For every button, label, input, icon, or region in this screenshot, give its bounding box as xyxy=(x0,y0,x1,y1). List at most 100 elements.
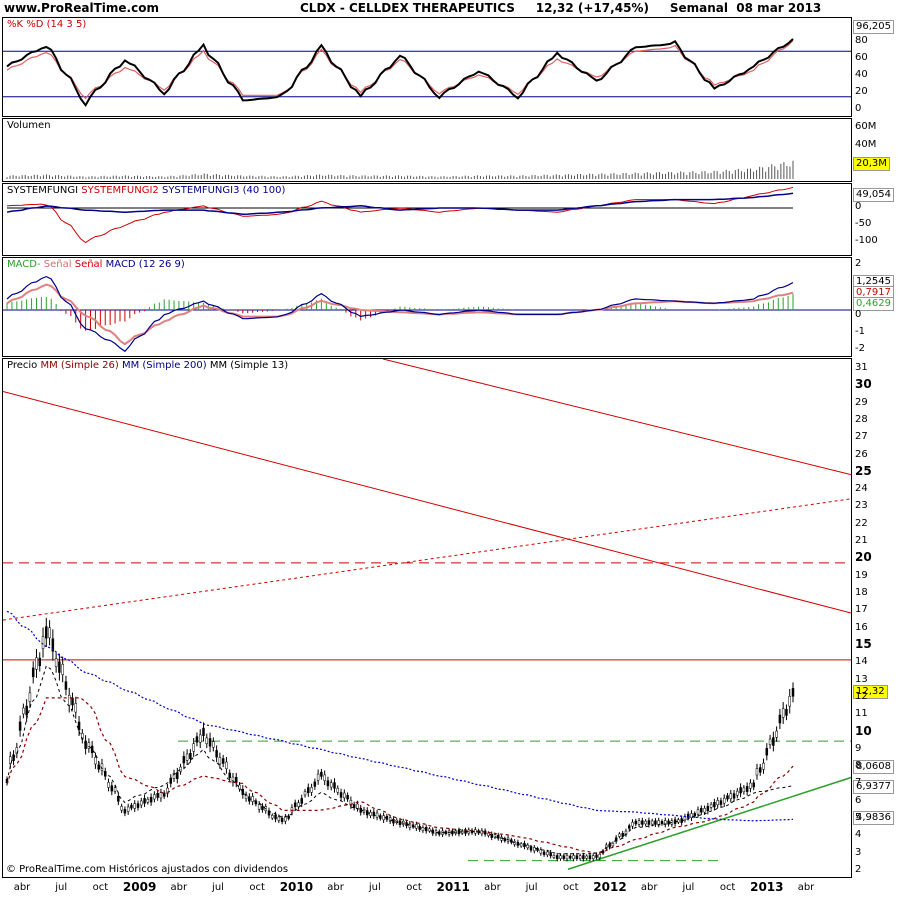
price-candle-body xyxy=(74,703,78,713)
price-candle-body xyxy=(716,800,719,806)
price-label-3: MM (Simple 200) xyxy=(121,360,207,371)
price-candle-body xyxy=(392,818,395,824)
stochastic-plot xyxy=(3,38,851,108)
price-candle-body xyxy=(778,714,782,724)
price-candle-body xyxy=(775,730,778,738)
chart-title: CLDX - CELLDEX THERAPEUTICS 12,32 (+17,4… xyxy=(300,1,822,15)
price-candle-body xyxy=(290,807,294,813)
price-candle-body xyxy=(569,855,572,859)
price-candle-body xyxy=(293,802,297,808)
ma200-line xyxy=(6,610,794,822)
price-candle-body xyxy=(539,849,543,854)
price-candle-body xyxy=(369,812,372,816)
price-candle-body xyxy=(35,657,38,670)
price-candle-body xyxy=(555,855,559,860)
macd-label-4: MACD (12 26 9) xyxy=(105,259,185,270)
price-tick: 3 xyxy=(855,846,862,858)
price-candle-body xyxy=(709,804,713,808)
price-tick: 19 xyxy=(855,569,868,581)
price-candle-body xyxy=(781,708,785,718)
price-candle-body xyxy=(48,627,51,639)
macd-tick: -1 xyxy=(855,326,865,337)
price-candle-body xyxy=(136,803,140,808)
time-axis-label: jul xyxy=(682,882,695,893)
footer-note: © ProRealTime.com Históricos ajustados c… xyxy=(6,864,289,875)
stochastic-panel: %K %D (14 3 5) xyxy=(2,17,852,117)
price-candle-body xyxy=(343,792,346,799)
price-tick: 11 xyxy=(855,708,868,720)
price-candle-body xyxy=(107,782,110,788)
price-tick: 5 xyxy=(855,812,862,824)
price-candle-body xyxy=(58,661,61,673)
price-candle-body xyxy=(398,820,402,825)
time-axis-label: abr xyxy=(640,882,658,893)
price-candle-body xyxy=(667,820,670,825)
price-candle-body xyxy=(637,820,641,825)
price-candle-body xyxy=(654,820,657,825)
price-candle-body xyxy=(257,804,261,810)
price-candle-body xyxy=(251,796,254,802)
price-candle-body xyxy=(159,792,163,799)
price-candle-body xyxy=(71,697,74,706)
time-axis-label: 2011 xyxy=(436,880,470,894)
volume-current: 20,3M xyxy=(853,157,890,171)
time-axis-label: abr xyxy=(13,882,31,893)
price-tick: 26 xyxy=(855,448,868,460)
price-candle-body xyxy=(54,658,58,667)
time-axis-label: abr xyxy=(327,882,344,893)
macd-label: MACD- Señal Señal MACD (12 26 9) xyxy=(7,259,185,270)
price-candle-body xyxy=(339,792,343,798)
price-tick: 20 xyxy=(855,550,872,565)
price-candle-body xyxy=(503,838,507,842)
fungi-panel: SYSTEMFUNGI SYSTEMFUNGI2 SYSTEMFUNGI3 (4… xyxy=(2,183,852,256)
price-candle-body xyxy=(195,736,199,743)
price-candle-body xyxy=(726,795,729,800)
price-tick: 23 xyxy=(855,500,868,512)
macd-label-3: Señal xyxy=(74,259,103,270)
price-candle-body xyxy=(660,820,664,825)
price-tick: 16 xyxy=(855,621,868,633)
time-axis-label: oct xyxy=(249,882,265,893)
price-candle-body xyxy=(641,820,644,825)
site-link[interactable]: www.ProRealTime.com xyxy=(4,1,159,15)
price-candle-body xyxy=(791,688,795,697)
time-axis-label: 2013 xyxy=(750,880,784,894)
price-candle-body xyxy=(549,852,552,857)
fungi-scale: 49,054 0 -50 -100 xyxy=(852,183,898,254)
stoch-d-line xyxy=(6,40,794,100)
price-candle-body xyxy=(346,795,349,800)
price-candle-body xyxy=(38,657,41,667)
price-candle-body xyxy=(300,798,303,804)
price-candle-body xyxy=(323,774,326,781)
price-candle-body xyxy=(110,785,114,792)
price-candle-body xyxy=(208,738,212,747)
price-candle-body xyxy=(359,807,362,813)
rising-trend-line xyxy=(3,498,851,621)
fungi3-line xyxy=(6,192,794,215)
price-candle-body xyxy=(768,738,772,745)
price-candle-body xyxy=(205,737,209,744)
price-scale: 12,32 8,0608 6,9377 4,9836 31 30 29 28 27 26 2… xyxy=(852,358,898,876)
price-candle-body xyxy=(742,787,746,793)
price-candle-body xyxy=(611,843,615,847)
price-candle-body xyxy=(31,667,35,678)
price-candle-body xyxy=(333,782,336,789)
price-candle-body xyxy=(621,833,624,837)
macd-scale: 2 1,2545 0,7917 0,4629 0 -1 -2 xyxy=(852,257,898,355)
price-candle-body xyxy=(739,787,742,794)
price-candle-body xyxy=(572,855,575,860)
price-candle-body xyxy=(87,742,91,749)
time-axis-label: abr xyxy=(797,882,815,893)
price-candle-body xyxy=(277,816,281,821)
fungi-label-3: SYSTEMFUNGI3 (40 100) xyxy=(161,185,286,196)
macd-label-1: MACD- xyxy=(7,259,41,270)
price-candle-body xyxy=(575,855,579,859)
price-candle-body xyxy=(303,791,307,796)
volume-scale: 60M 40M 20,3M xyxy=(852,118,898,180)
macd-label-2: Señal xyxy=(43,259,72,270)
price-candle-body xyxy=(326,780,330,787)
price-tick: 10 xyxy=(855,723,872,738)
stochastic-current: 96,205 xyxy=(853,20,894,34)
price-candle-body xyxy=(719,800,723,805)
price-candle-body xyxy=(18,721,22,731)
